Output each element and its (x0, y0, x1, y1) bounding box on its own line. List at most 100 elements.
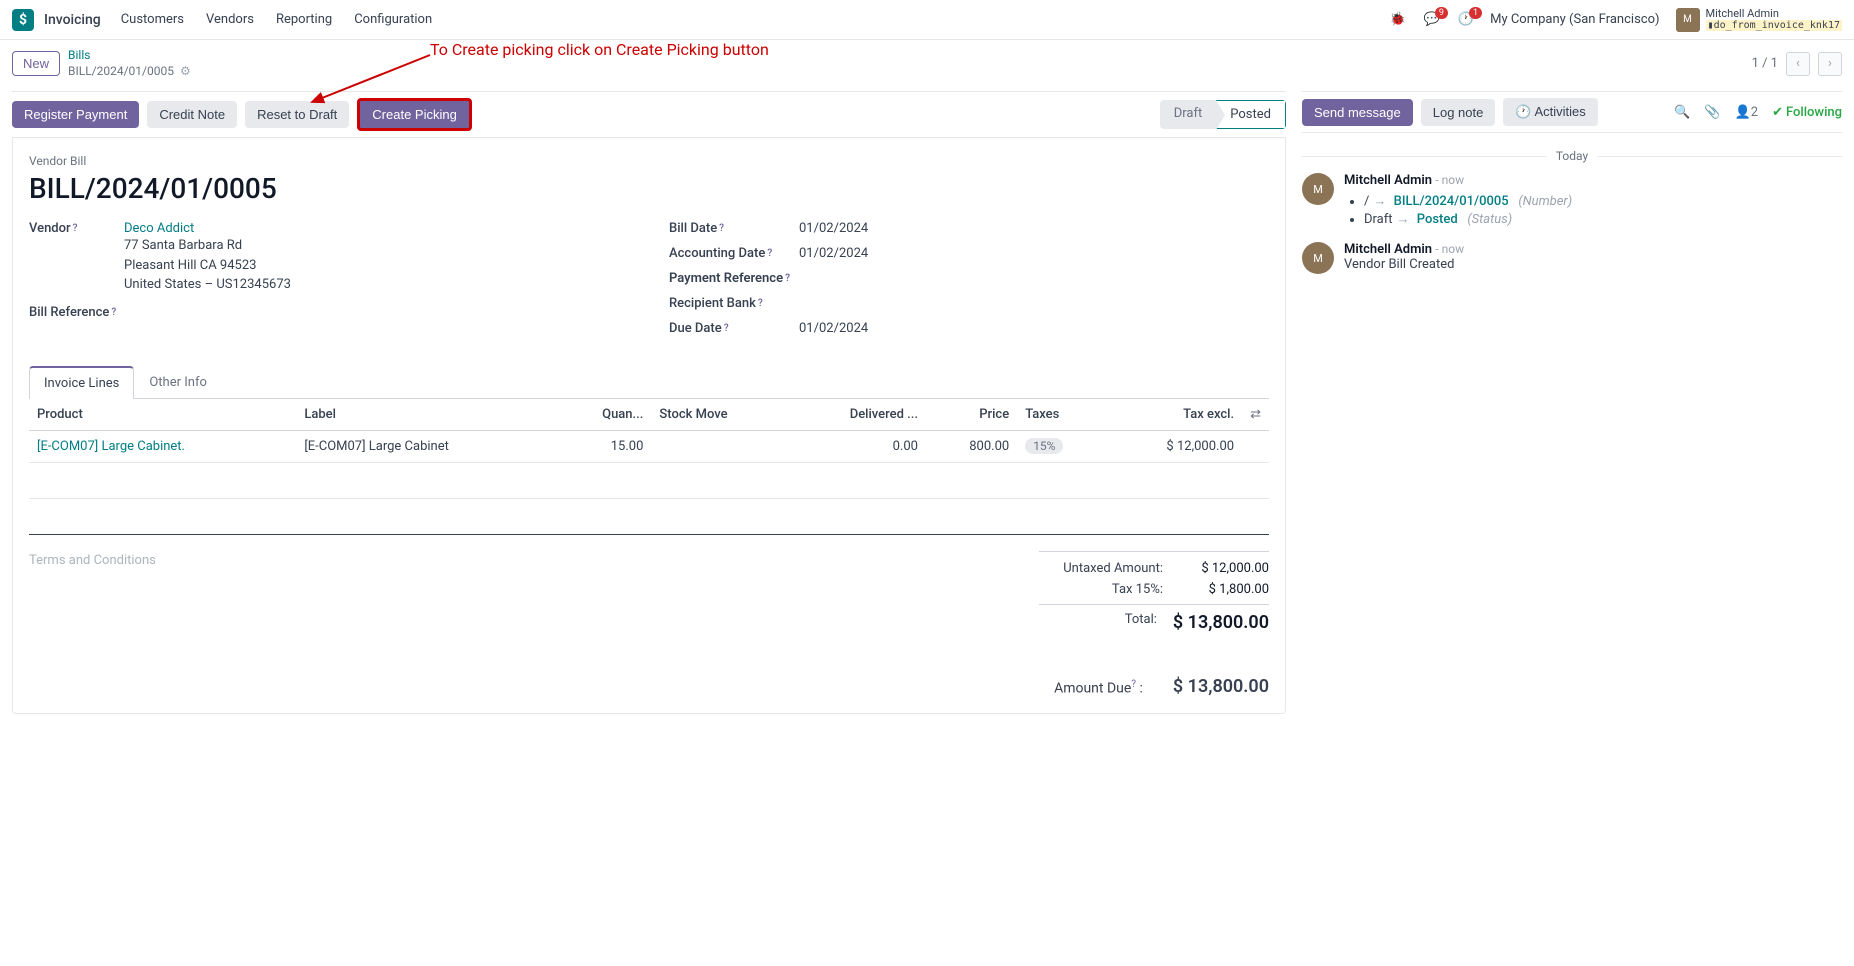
new-button[interactable]: New (12, 51, 60, 76)
acc-date-label: Accounting Date? (669, 246, 799, 261)
nav-customers[interactable]: Customers (121, 12, 184, 27)
change-line: Draft→ Posted (Status) (1364, 210, 1842, 228)
search-icon[interactable]: 🔍 (1674, 105, 1690, 120)
terms-field[interactable]: Terms and Conditions (29, 551, 1039, 636)
create-picking-button[interactable]: Create Picking (357, 98, 472, 131)
bill-date-value: 01/02/2024 (799, 221, 868, 236)
pager-prev[interactable]: ‹ (1786, 52, 1810, 76)
col-taxexcl: Tax excl. (1106, 399, 1242, 431)
cell-taxexcl: $ 12,000.00 (1106, 431, 1242, 463)
avatar: M (1302, 242, 1334, 274)
gear-icon[interactable]: ⚙ (180, 64, 191, 80)
activities-button[interactable]: 🕐 Activities (1503, 98, 1597, 126)
cell-label: [E-COM07] Large Cabinet (296, 431, 558, 463)
credit-note-button[interactable]: Credit Note (147, 101, 237, 128)
help-icon[interactable]: ? (73, 223, 78, 234)
pager-next[interactable]: › (1818, 52, 1842, 76)
due-date-value: 01/02/2024 (799, 321, 868, 336)
chatter-bar: Send message Log note 🕐 Activities 🔍 📎 👤… (1302, 91, 1842, 133)
msg-time: - now (1435, 173, 1464, 187)
columns-icon[interactable]: ⇄ (1250, 407, 1261, 422)
send-message-button[interactable]: Send message (1302, 99, 1413, 126)
date-divider: Today (1302, 149, 1842, 163)
form-sheet: Vendor Bill BILL/2024/01/0005 Vendor? De… (12, 138, 1286, 714)
table-row[interactable]: [E-COM07] Large Cabinet. [E-COM07] Large… (29, 431, 1269, 463)
msg-author[interactable]: Mitchell Admin (1344, 242, 1432, 257)
acc-date-value: 01/02/2024 (799, 246, 868, 261)
help-icon[interactable]: ? (767, 248, 772, 259)
bill-title: BILL/2024/01/0005 (29, 172, 1269, 205)
message: M Mitchell Admin - now /→ BILL/2024/01/0… (1302, 173, 1842, 228)
amount-due-label: Amount Due? : (1054, 679, 1143, 697)
help-icon[interactable]: ? (785, 273, 790, 284)
vendor-link[interactable]: Deco Addict (124, 221, 291, 236)
pager-text: 1 / 1 (1752, 56, 1778, 71)
col-label: Label (296, 399, 558, 431)
app-icon[interactable]: $ (12, 9, 34, 31)
chat-icon[interactable]: 💬9 (1424, 12, 1440, 27)
attachment-icon[interactable]: 📎 (1704, 105, 1720, 120)
help-icon[interactable]: ? (111, 307, 116, 318)
col-price: Price (926, 399, 1017, 431)
nav-reporting[interactable]: Reporting (276, 12, 332, 27)
totals: Untaxed Amount:$ 12,000.00 Tax 15%:$ 1,8… (1039, 551, 1269, 636)
nav-vendors[interactable]: Vendors (206, 12, 254, 27)
status-posted[interactable]: Posted (1216, 100, 1286, 129)
rec-bank-label: Recipient Bank? (669, 296, 799, 311)
breadcrumb-current: BILL/2024/01/0005 ⚙ (68, 64, 191, 80)
doc-link[interactable]: BILL/2024/01/0005 (1394, 194, 1509, 209)
bill-date-label: Bill Date? (669, 221, 799, 236)
col-product: Product (29, 399, 296, 431)
help-icon[interactable]: ? (758, 298, 763, 309)
breadcrumb-parent[interactable]: Bills (68, 48, 191, 64)
tabs: Invoice Lines Other Info (29, 366, 1269, 399)
user-menu[interactable]: M Mitchell Admin ▮do_from_invoice_knk17 (1676, 8, 1842, 32)
tab-invoice-lines[interactable]: Invoice Lines (29, 366, 134, 399)
msg-author[interactable]: Mitchell Admin (1344, 173, 1432, 188)
nav-configuration[interactable]: Configuration (354, 12, 432, 27)
due-date-label: Due Date? (669, 321, 799, 336)
status-bar: Draft Posted (1160, 100, 1286, 129)
col-delivered: Delivered ... (789, 399, 926, 431)
register-payment-button[interactable]: Register Payment (12, 101, 139, 128)
followers-count[interactable]: 👤2 (1735, 105, 1759, 120)
col-stock: Stock Move (651, 399, 788, 431)
top-nav: $ Invoicing Customers Vendors Reporting … (0, 0, 1854, 40)
log-note-button[interactable]: Log note (1421, 99, 1496, 126)
company-switcher[interactable]: My Company (San Francisco) (1490, 12, 1659, 27)
help-icon[interactable]: ? (724, 323, 729, 334)
vendor-addr1: 77 Santa Barbara Rd (124, 236, 291, 256)
invoice-lines-table: Product Label Quan... Stock Move Deliver… (29, 399, 1269, 535)
msg-content: Vendor Bill Created (1344, 257, 1842, 272)
help-icon[interactable]: ? (1131, 679, 1136, 690)
tab-other-info[interactable]: Other Info (134, 366, 222, 398)
msg-time: - now (1435, 242, 1464, 256)
app-title[interactable]: Invoicing (44, 12, 101, 28)
user-name: Mitchell Admin (1706, 8, 1842, 20)
message: M Mitchell Admin - now Vendor Bill Creat… (1302, 242, 1842, 274)
user-badge: ▮do_from_invoice_knk17 (1706, 20, 1842, 31)
clock-icon[interactable]: 🕐1 (1458, 12, 1474, 27)
cell-price: 800.00 (926, 431, 1017, 463)
cell-delivered: 0.00 (789, 431, 926, 463)
vendor-addr3: United States – US12345673 (124, 275, 291, 295)
bug-icon[interactable]: 🐞 (1390, 12, 1406, 27)
col-qty: Quan... (558, 399, 651, 431)
bill-ref-label: Bill Reference? (29, 305, 124, 320)
pay-ref-label: Payment Reference? (669, 271, 799, 286)
col-taxes: Taxes (1017, 399, 1105, 431)
heading-label: Vendor Bill (29, 154, 1269, 168)
avatar: M (1302, 173, 1334, 205)
product-link[interactable]: [E-COM07] Large Cabinet. (37, 439, 185, 454)
tax-badge: 15% (1025, 438, 1063, 454)
breadcrumb-bar: New Bills BILL/2024/01/0005 ⚙ 1 / 1 ‹ › (0, 40, 1854, 87)
following-button[interactable]: ✔ Following (1772, 105, 1842, 120)
avatar: M (1676, 8, 1700, 32)
cell-qty: 15.00 (558, 431, 651, 463)
action-bar: Register Payment Credit Note Reset to Dr… (12, 91, 1286, 138)
status-draft[interactable]: Draft (1160, 100, 1217, 129)
vendor-label: Vendor? (29, 221, 124, 236)
change-line: /→ BILL/2024/01/0005 (Number) (1364, 192, 1842, 210)
help-icon[interactable]: ? (719, 223, 724, 234)
reset-draft-button[interactable]: Reset to Draft (245, 101, 349, 128)
